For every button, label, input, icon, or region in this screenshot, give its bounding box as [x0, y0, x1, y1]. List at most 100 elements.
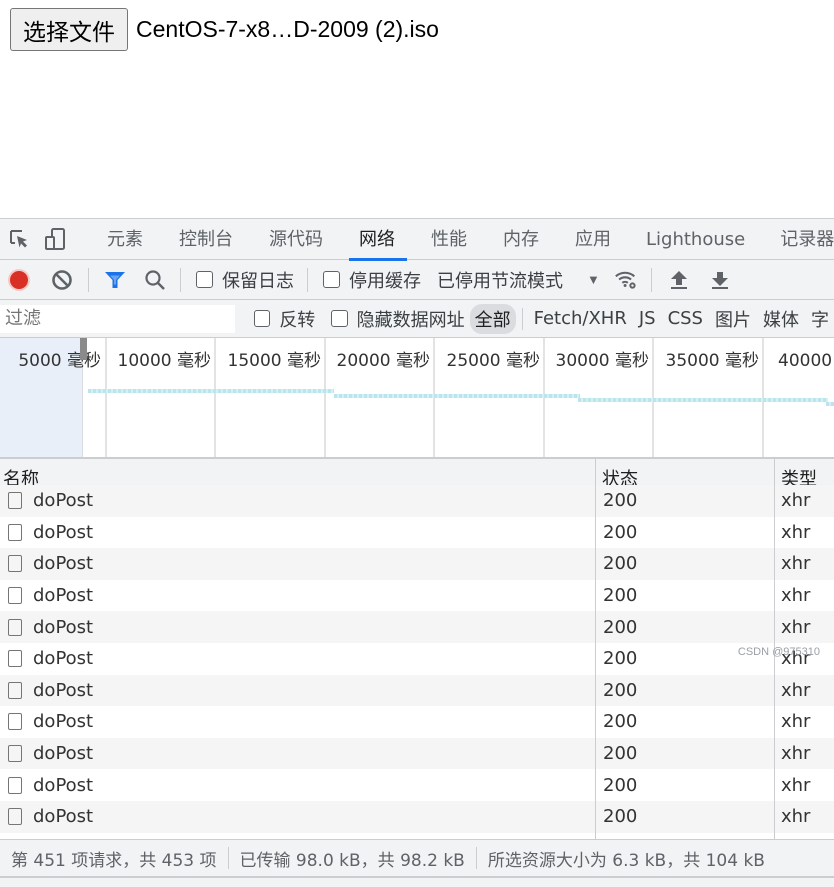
table-row[interactable]: doPost 200xhr [0, 516, 834, 549]
document-icon [8, 523, 22, 541]
tab-lighthouse[interactable]: Lighthouse [646, 219, 745, 260]
request-name-cell: doPost [0, 522, 595, 543]
export-har-icon[interactable] [708, 268, 732, 292]
table-row[interactable]: doPost 200xhr [0, 706, 834, 738]
filter-type-all[interactable]: 全部 [469, 303, 516, 334]
table-row[interactable]: doPost200xhr [0, 548, 834, 580]
document-icon [8, 492, 22, 510]
request-name-cell: doPost [0, 553, 595, 574]
request-name-cell: doPost [0, 680, 595, 701]
filter-type-js[interactable]: JS [634, 306, 661, 331]
tab-application[interactable]: 应用 [575, 219, 611, 260]
filter-icon[interactable] [103, 268, 127, 292]
transferred-size: 已传输 98.0 kB，共 98.2 kB [239, 850, 465, 871]
divider [650, 267, 652, 292]
document-icon [8, 745, 22, 763]
overview-tick-label: 15000 毫秒 [227, 351, 321, 371]
network-conditions-icon[interactable] [614, 268, 638, 292]
request-type: xhr [774, 706, 834, 738]
filter-type-fetch-xhr[interactable]: Fetch/XHR [529, 306, 632, 331]
document-icon [8, 681, 22, 699]
preserve-log-checkbox[interactable] [196, 271, 213, 288]
overview-request-bar [88, 389, 334, 393]
request-status: 200 [595, 800, 774, 833]
request-name: doPost [33, 521, 94, 543]
hide-data-urls-label: 隐藏数据网址 [356, 309, 465, 331]
filter-type-img[interactable]: 图片 [710, 304, 756, 334]
overview-drag-handle[interactable] [80, 338, 87, 360]
tab-sources[interactable]: 源代码 [269, 219, 323, 260]
request-name-cell: doPost [0, 585, 595, 606]
request-name-cell: doPost [0, 743, 595, 764]
divider [227, 847, 229, 869]
table-row[interactable]: doPost200xhr [0, 674, 834, 707]
request-status: 200 [595, 706, 774, 738]
choose-file-button[interactable]: 选择文件 [10, 8, 128, 51]
overview-tick-label: 40000 毫秒 [778, 351, 834, 371]
devtools-panel: 元素 控制台 源代码 网络 性能 内存 应用 Lighthouse 记录器 保留… [0, 218, 834, 887]
preserve-log-label: 保留日志 [222, 270, 294, 292]
request-name: doPost [33, 711, 94, 733]
filter-bar: 反转 隐藏数据网址 全部 Fetch/XHR JS CSS 图片 媒体 字 [0, 300, 834, 338]
request-name: doPost [33, 616, 94, 638]
request-type: xhr [774, 737, 834, 770]
request-status: 200 [595, 516, 774, 549]
tab-memory[interactable]: 内存 [503, 219, 539, 260]
request-type: xhr [774, 611, 834, 643]
network-overview-timeline[interactable]: 5000 毫秒 10000 毫秒 15000 毫秒 20000 毫秒 25000… [0, 338, 834, 459]
search-icon[interactable] [143, 268, 167, 292]
network-toolbar: 保留日志 停用缓存 已停用节流模式 ▼ [0, 260, 834, 300]
request-name-cell: doPost [0, 490, 595, 511]
document-icon [8, 555, 22, 573]
request-type: xhr [774, 516, 834, 549]
table-row[interactable]: doPost200xhr [0, 800, 834, 833]
disable-cache-checkbox[interactable] [323, 271, 340, 288]
request-name: doPost [33, 743, 94, 765]
invert-label: 反转 [279, 309, 316, 331]
divider [521, 307, 523, 330]
request-name-cell: doPost [0, 775, 595, 796]
disable-cache-label: 停用缓存 [349, 270, 421, 292]
document-icon [8, 808, 22, 826]
device-toolbar-icon[interactable] [44, 227, 66, 251]
table-row[interactable]: doPost200xhr [0, 579, 834, 612]
request-type: xhr [774, 485, 834, 517]
request-type: xhr [774, 674, 834, 707]
table-row[interactable]: doPost200xhr [0, 769, 834, 801]
table-row[interactable]: doPost200xhr [0, 611, 834, 643]
request-name: doPost [33, 648, 94, 670]
file-input: 选择文件 CentOS-7-x8…D-2009 (2).iso [10, 8, 439, 51]
tab-elements[interactable]: 元素 [107, 219, 143, 260]
tab-performance[interactable]: 性能 [431, 219, 467, 260]
invert-checkbox[interactable] [254, 310, 271, 327]
table-row[interactable]: doPost200xhr [0, 485, 834, 517]
watermark: CSDN @975310 [737, 646, 820, 658]
request-type: xhr [774, 769, 834, 801]
filter-type-css[interactable]: CSS [663, 306, 708, 331]
clear-icon[interactable] [50, 268, 74, 292]
request-status: 200 [595, 737, 774, 770]
overview-tick-label: 10000 毫秒 [117, 351, 211, 371]
tab-console[interactable]: 控制台 [179, 219, 233, 260]
table-row[interactable]: doPost 200xhr [0, 737, 834, 770]
request-name: doPost [33, 679, 94, 701]
document-icon [8, 713, 22, 731]
record-icon[interactable] [7, 268, 31, 292]
request-type: xhr [774, 800, 834, 833]
filter-input[interactable] [0, 304, 235, 333]
request-name-cell: doPost [0, 806, 595, 827]
document-icon [8, 618, 22, 636]
dropdown-arrow-icon[interactable]: ▼ [587, 272, 600, 287]
filter-type-font[interactable]: 字 [806, 304, 834, 334]
table-row[interactable]: doPost200xhr [0, 642, 834, 675]
throttling-select[interactable]: 已停用节流模式 [437, 267, 563, 293]
request-type: xhr [774, 579, 834, 612]
tab-network[interactable]: 网络 [349, 219, 407, 261]
hide-data-urls-checkbox[interactable] [331, 310, 348, 327]
import-har-icon[interactable] [667, 268, 691, 292]
filter-type-media[interactable]: 媒体 [758, 304, 804, 334]
tab-recorder[interactable]: 记录器 [780, 219, 834, 260]
overview-request-bar [578, 398, 828, 402]
inspect-element-icon[interactable] [8, 227, 30, 251]
request-name-cell: doPost [0, 617, 595, 638]
